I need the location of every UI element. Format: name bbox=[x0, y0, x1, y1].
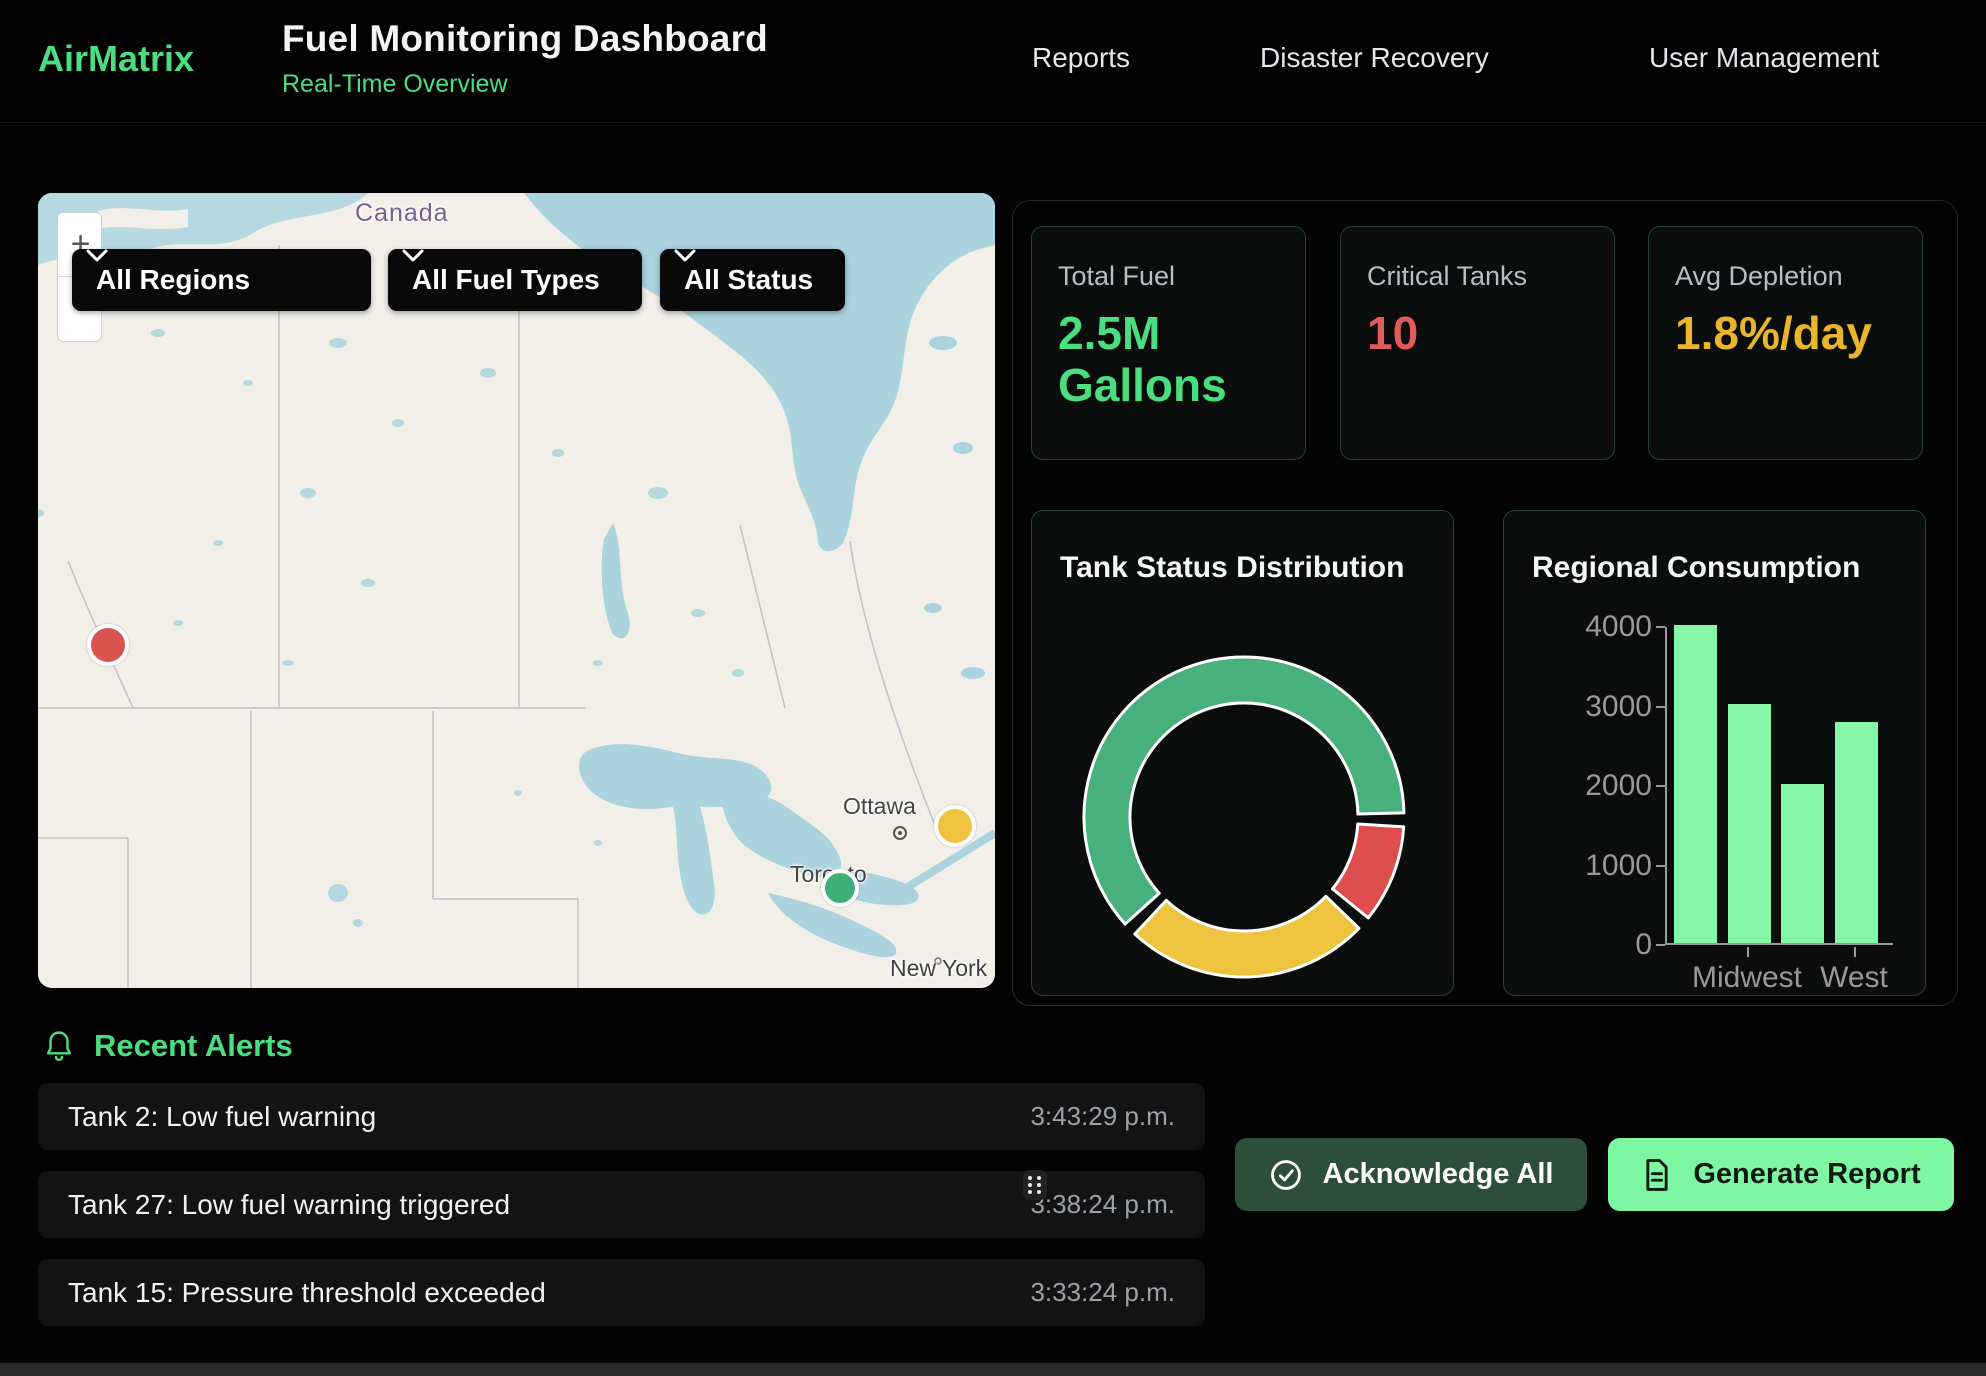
donut-segment bbox=[1332, 824, 1403, 918]
map-label-ottawa: Ottawa bbox=[843, 793, 916, 820]
y-axis-label: 1000 bbox=[1512, 849, 1652, 883]
nav-item-disaster-recovery[interactable]: Disaster Recovery bbox=[1260, 42, 1489, 74]
alerts-title: Recent Alerts bbox=[94, 1028, 293, 1064]
map-marker-warning[interactable] bbox=[934, 805, 976, 847]
acknowledge-all-label: Acknowledge All bbox=[1323, 1158, 1554, 1191]
map-resize-handle[interactable] bbox=[1023, 1170, 1047, 1200]
x-axis-tick bbox=[1747, 947, 1749, 957]
y-axis-label: 3000 bbox=[1512, 690, 1652, 724]
x-axis-label: West bbox=[1774, 961, 1934, 995]
chart-title: Tank Status Distribution bbox=[1060, 551, 1404, 585]
stat-label: Total Fuel bbox=[1058, 261, 1279, 292]
chevron-down-icon bbox=[86, 249, 108, 263]
alert-row[interactable]: Tank 2: Low fuel warning 3:43:29 p.m. bbox=[38, 1083, 1205, 1150]
alert-row[interactable]: Tank 15: Pressure threshold exceeded 3:3… bbox=[38, 1259, 1205, 1326]
x-axis-tick bbox=[1854, 947, 1856, 957]
window-bottom-scrollbar[interactable] bbox=[0, 1363, 1986, 1376]
generate-report-button[interactable]: Generate Report bbox=[1608, 1138, 1954, 1211]
app-header: AirMatrix Fuel Monitoring Dashboard Real… bbox=[0, 0, 1986, 123]
brand-logo: AirMatrix bbox=[38, 38, 194, 80]
stat-value: 10 bbox=[1367, 308, 1588, 360]
alert-time: 3:43:29 p.m. bbox=[1030, 1101, 1175, 1132]
acknowledge-all-button[interactable]: Acknowledge All bbox=[1235, 1138, 1587, 1211]
regional-consumption-bar-chart bbox=[1665, 627, 1893, 945]
document-icon bbox=[1641, 1158, 1673, 1192]
stat-card-critical-tanks: Critical Tanks 10 bbox=[1340, 226, 1615, 460]
status-filter-dropdown[interactable]: All Status bbox=[660, 249, 845, 311]
bell-icon bbox=[44, 1029, 74, 1063]
page-subtitle: Real-Time Overview bbox=[282, 70, 768, 99]
map-label-new-york: New York bbox=[890, 955, 987, 982]
chevron-down-icon bbox=[674, 249, 696, 263]
y-axis-tick bbox=[1656, 626, 1665, 628]
bar-West bbox=[1835, 722, 1878, 943]
map-label-canada: Canada bbox=[355, 199, 449, 228]
stat-card-total-fuel: Total Fuel 2.5M Gallons bbox=[1031, 226, 1306, 460]
nav-item-user-management[interactable]: User Management bbox=[1649, 42, 1879, 74]
region-filter-dropdown[interactable]: All Regions bbox=[72, 249, 371, 311]
map-marker-normal[interactable] bbox=[821, 869, 859, 907]
title-block: Fuel Monitoring Dashboard Real-Time Over… bbox=[282, 18, 768, 99]
check-circle-icon bbox=[1269, 1158, 1303, 1192]
y-axis-label: 2000 bbox=[1512, 769, 1652, 803]
recent-alerts-header: Recent Alerts bbox=[44, 1028, 293, 1064]
bar-series-3 bbox=[1781, 784, 1824, 943]
stat-label: Avg Depletion bbox=[1675, 261, 1896, 292]
tank-status-chart-card: Tank Status Distribution bbox=[1031, 510, 1454, 996]
map-panel[interactable]: Canada Ottawa Toronto New York + All Reg… bbox=[38, 193, 995, 988]
regional-consumption-chart-card: Regional Consumption MidwestWest01000200… bbox=[1503, 510, 1926, 996]
dashboard-right-panel: Total Fuel 2.5M Gallons Critical Tanks 1… bbox=[1012, 200, 1958, 1006]
generate-report-label: Generate Report bbox=[1693, 1158, 1920, 1191]
stat-value: 2.5M Gallons bbox=[1058, 308, 1279, 411]
alert-time: 3:33:24 p.m. bbox=[1030, 1277, 1175, 1308]
fuel-type-filter-dropdown[interactable]: All Fuel Types bbox=[388, 249, 642, 311]
bar-Midwest bbox=[1728, 704, 1771, 943]
alert-text: Tank 15: Pressure threshold exceeded bbox=[68, 1277, 546, 1309]
alert-time: 3:38:24 p.m. bbox=[1030, 1189, 1175, 1220]
map-marker-critical[interactable] bbox=[87, 624, 129, 666]
stat-card-avg-depletion: Avg Depletion 1.8%/day bbox=[1648, 226, 1923, 460]
bar-series-1 bbox=[1674, 625, 1717, 943]
stat-label: Critical Tanks bbox=[1367, 261, 1588, 292]
stat-value: 1.8%/day bbox=[1675, 308, 1896, 360]
nav-item-reports[interactable]: Reports bbox=[1032, 42, 1130, 74]
chevron-down-icon bbox=[402, 249, 424, 263]
status-filter-value: All Status bbox=[684, 264, 813, 296]
y-axis-tick bbox=[1656, 706, 1665, 708]
y-axis-tick bbox=[1656, 865, 1665, 867]
y-axis-tick bbox=[1656, 944, 1665, 946]
y-axis-label: 4000 bbox=[1512, 610, 1652, 644]
page-title: Fuel Monitoring Dashboard bbox=[282, 18, 768, 60]
fuel-type-filter-value: All Fuel Types bbox=[412, 264, 600, 296]
alert-text: Tank 27: Low fuel warning triggered bbox=[68, 1189, 510, 1221]
donut-segment bbox=[1135, 896, 1359, 977]
alert-text: Tank 2: Low fuel warning bbox=[68, 1101, 376, 1133]
y-axis-tick bbox=[1656, 785, 1665, 787]
y-axis-label: 0 bbox=[1512, 928, 1652, 962]
region-filter-value: All Regions bbox=[96, 264, 250, 296]
